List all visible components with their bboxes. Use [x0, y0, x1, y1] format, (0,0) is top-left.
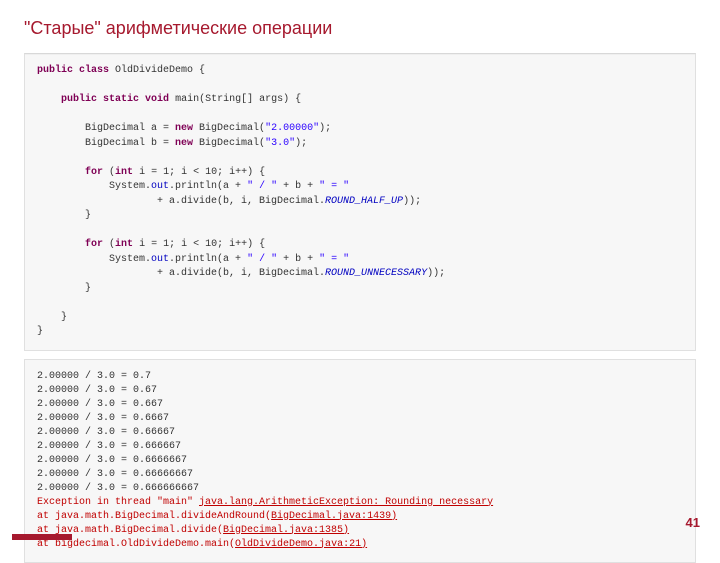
output-line: 2.00000 / 3.0 = 0.7	[37, 371, 151, 382]
code-token: .println(a +	[169, 254, 247, 265]
code-token: }	[37, 326, 43, 337]
code-token: ));	[427, 268, 445, 279]
output-line: 2.00000 / 3.0 = 0.66667	[37, 427, 175, 438]
code-token: OldDivideDemo {	[109, 65, 205, 76]
code-token: BigDecimal b =	[85, 138, 175, 149]
code-token: + a.divide(b, i, BigDecimal.	[37, 196, 325, 207]
code-token: int	[115, 239, 133, 250]
code-token: out	[151, 254, 169, 265]
code-token: + a.divide(b, i, BigDecimal.	[37, 268, 325, 279]
code-token: System.	[109, 254, 151, 265]
err-link: BigDecimal.java:1385)	[223, 525, 349, 536]
code-token: (	[103, 239, 115, 250]
code-token: " = "	[319, 254, 349, 265]
code-token: " / "	[247, 254, 277, 265]
code-token: new	[175, 138, 193, 149]
code-token: class	[73, 65, 109, 76]
code-token: new	[175, 123, 193, 134]
code-token: .println(a +	[169, 181, 247, 192]
code-token: );	[295, 138, 307, 149]
code-token: System.	[109, 181, 151, 192]
err-text: : Rounding necessary	[373, 497, 493, 508]
code-token: + b +	[277, 181, 319, 192]
exception-line: Exception in thread "main" java.lang.Ari…	[37, 497, 493, 508]
code-token: );	[319, 123, 331, 134]
code-token: ROUND_UNNECESSARY	[325, 268, 427, 279]
code-token: BigDecimal(	[193, 138, 265, 149]
code-token: " / "	[247, 181, 277, 192]
code-token: }	[61, 312, 67, 323]
output-line: 2.00000 / 3.0 = 0.67	[37, 385, 157, 396]
code-token: void	[139, 94, 169, 105]
code-token: "3.0"	[265, 138, 295, 149]
output-line: 2.00000 / 3.0 = 0.6666667	[37, 455, 187, 466]
stack-line: at java.math.BigDecimal.divide(BigDecima…	[37, 525, 349, 536]
code-token: i = 1; i < 10; i++) {	[133, 167, 265, 178]
err-text: at bigdecimal.OldDivideDemo.main(	[37, 539, 235, 550]
page-number: 41	[686, 515, 700, 530]
output-block: 2.00000 / 3.0 = 0.7 2.00000 / 3.0 = 0.67…	[24, 359, 696, 563]
code-block: public class OldDivideDemo { public stat…	[24, 53, 696, 351]
code-token: }	[85, 283, 91, 294]
code-token: + b +	[277, 254, 319, 265]
code-token: ROUND_HALF_UP	[325, 196, 403, 207]
output-line: 2.00000 / 3.0 = 0.6667	[37, 413, 169, 424]
err-text: Exception in thread "main"	[37, 497, 199, 508]
code-token: public	[61, 94, 97, 105]
code-token: ));	[403, 196, 421, 207]
output-line: 2.00000 / 3.0 = 0.667	[37, 399, 163, 410]
code-token: }	[85, 210, 91, 221]
stack-line: at bigdecimal.OldDivideDemo.main(OldDivi…	[37, 539, 367, 550]
code-token: int	[115, 167, 133, 178]
output-line: 2.00000 / 3.0 = 0.66666667	[37, 469, 193, 480]
output-line: 2.00000 / 3.0 = 0.666667	[37, 441, 181, 452]
err-link: OldDivideDemo.java:21)	[235, 539, 367, 550]
err-text: at java.math.BigDecimal.divideAndRound(	[37, 511, 271, 522]
err-link: BigDecimal.java:1439)	[271, 511, 397, 522]
code-token: " = "	[319, 181, 349, 192]
code-token: BigDecimal(	[193, 123, 265, 134]
footer-accent	[12, 534, 72, 540]
code-token: for	[85, 239, 103, 250]
err-link: java.lang.ArithmeticException	[199, 497, 373, 508]
code-token: public	[37, 65, 73, 76]
code-token: main(String[] args) {	[169, 94, 301, 105]
code-token: "2.00000"	[265, 123, 319, 134]
slide-title: "Старые" арифметические операции	[0, 0, 720, 53]
code-token: i = 1; i < 10; i++) {	[133, 239, 265, 250]
code-token: (	[103, 167, 115, 178]
output-line: 2.00000 / 3.0 = 0.666666667	[37, 483, 199, 494]
code-token: BigDecimal a =	[85, 123, 175, 134]
stack-line: at java.math.BigDecimal.divideAndRound(B…	[37, 511, 397, 522]
code-token: for	[85, 167, 103, 178]
code-token: static	[97, 94, 139, 105]
code-token: out	[151, 181, 169, 192]
